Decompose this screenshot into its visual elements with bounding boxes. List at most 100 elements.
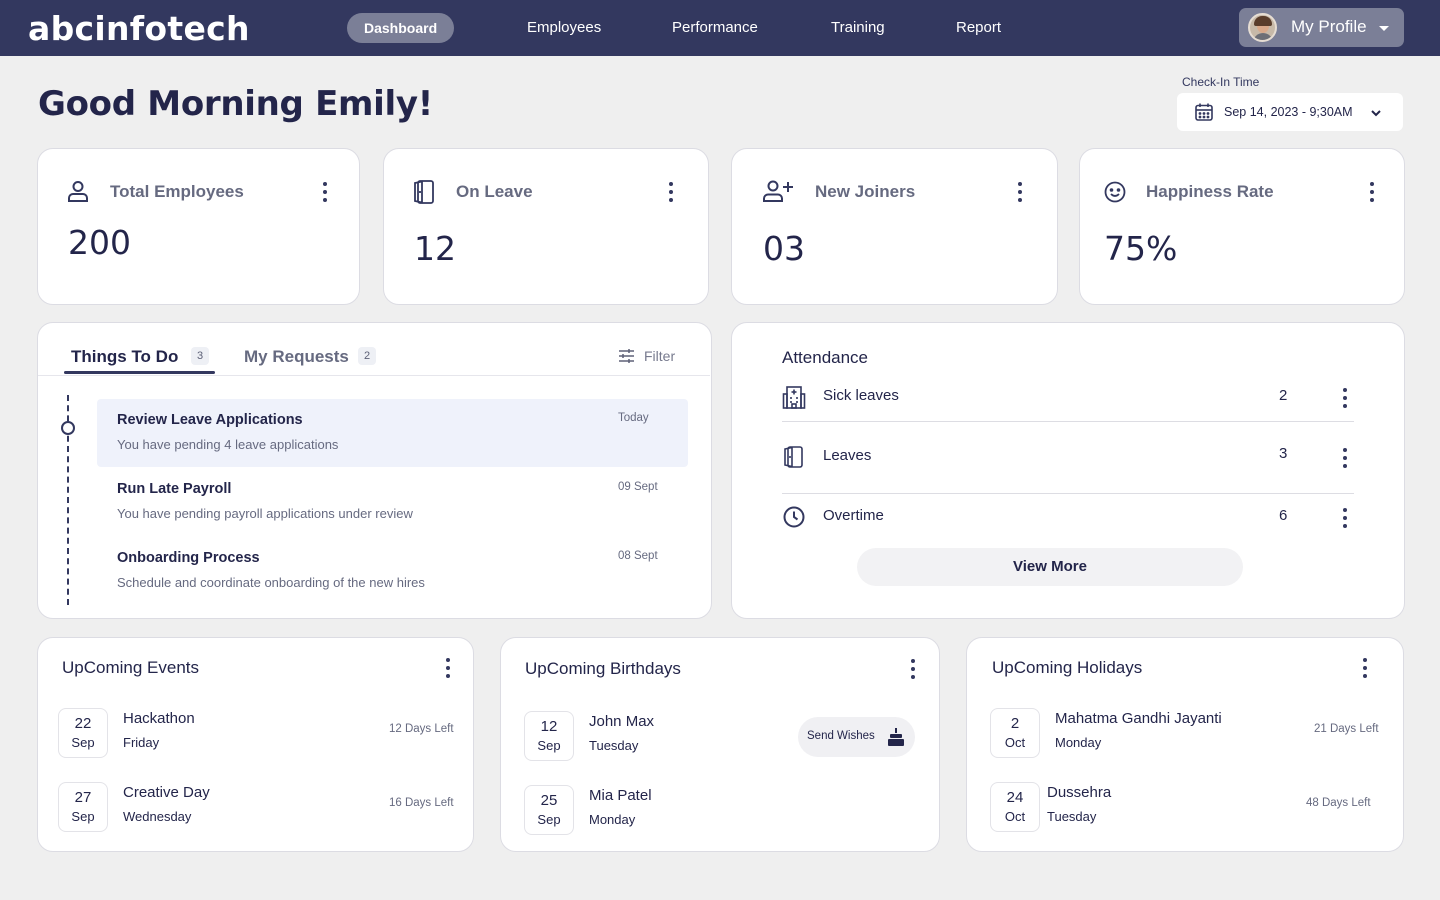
card-title: UpComing Holidays	[992, 658, 1143, 677]
task-date: Today	[618, 412, 649, 424]
date-day: 22	[74, 715, 92, 732]
attendance-row-leaves[interactable]: Leaves 3	[782, 433, 1354, 483]
sliders-icon	[619, 349, 634, 363]
stat-card-new-joiners: New Joiners 03	[731, 148, 1058, 305]
holiday-name: Mahatma Gandhi Jayanti	[1055, 710, 1222, 727]
person-name: John Max	[589, 713, 655, 730]
my-profile-button[interactable]: My Profile	[1239, 8, 1404, 47]
attendance-label: Leaves	[823, 447, 872, 464]
attendance-count: 3	[1279, 445, 1288, 462]
date-chip: 12 Sep	[524, 711, 574, 761]
holiday-name: Dussehra	[1047, 784, 1112, 801]
stat-card-happiness-rate: Happiness Rate 75%	[1079, 148, 1405, 305]
nav-report[interactable]: Report	[956, 13, 1001, 43]
brand-logo[interactable]: abcinfotech	[28, 9, 250, 48]
more-options-icon[interactable]	[1018, 182, 1022, 202]
stat-title: Total Employees	[110, 182, 244, 201]
days-left: 12 Days Left	[389, 723, 454, 735]
hospital-icon	[782, 386, 806, 409]
attendance-label: Sick leaves	[823, 387, 899, 404]
attendance-title: Attendance	[782, 348, 869, 367]
more-options-icon[interactable]	[1343, 388, 1347, 408]
nav-employees[interactable]: Employees	[527, 13, 601, 43]
task-title: Onboarding Process	[117, 550, 260, 566]
stat-value: 12	[414, 229, 456, 268]
person-name: Mia Patel	[589, 787, 652, 804]
row-divider	[782, 421, 1354, 422]
user-icon	[68, 181, 88, 202]
holiday-weekday: Monday	[1055, 735, 1102, 750]
stat-title: On Leave	[456, 182, 533, 201]
nav-performance[interactable]: Performance	[672, 13, 758, 43]
task-item[interactable]: Run Late Payroll You have pending payrol…	[97, 468, 688, 536]
profile-label: My Profile	[1291, 17, 1367, 36]
send-wishes-button[interactable]: Send Wishes	[798, 717, 915, 757]
more-options-icon[interactable]	[323, 182, 327, 202]
date-chip: 27 Sep	[58, 782, 108, 832]
chevron-down-icon	[1371, 110, 1381, 117]
stat-value: 03	[763, 229, 805, 268]
attendance-count: 6	[1279, 507, 1288, 524]
attendance-label: Overtime	[823, 507, 884, 524]
calendar-icon	[1195, 103, 1213, 121]
checkin-time-select[interactable]: Sep 14, 2023 - 9;30AM	[1177, 93, 1403, 131]
nav-dashboard[interactable]: Dashboard	[347, 13, 455, 43]
top-navbar: abcinfotech Dashboard Employees Performa…	[0, 0, 1440, 56]
date-day: 25	[540, 792, 558, 809]
cake-icon	[888, 728, 904, 746]
stat-title: Happiness Rate	[1146, 182, 1274, 201]
tabs-divider	[38, 375, 710, 376]
upcoming-holidays-card: UpComing Holidays 2 Oct Mahatma Gandhi J…	[966, 637, 1404, 852]
stat-title: New Joiners	[815, 182, 916, 201]
more-options-icon[interactable]	[1343, 448, 1347, 468]
more-options-icon[interactable]	[669, 182, 673, 202]
filter-label: Filter	[644, 348, 676, 364]
more-options-icon[interactable]	[911, 659, 915, 679]
task-description: You have pending 4 leave applications	[117, 437, 339, 452]
timeline-dot	[61, 421, 75, 435]
attendance-row-overtime[interactable]: Overtime 6	[782, 493, 1354, 543]
event-weekday: Friday	[123, 735, 160, 750]
caret-down-icon	[1379, 26, 1389, 31]
active-tab-indicator	[64, 371, 215, 374]
avatar	[1248, 13, 1277, 42]
more-options-icon[interactable]	[1370, 182, 1374, 202]
checkin-label: Check-In Time	[1182, 75, 1260, 89]
person-weekday: Monday	[589, 812, 636, 827]
task-title: Review Leave Applications	[117, 412, 303, 428]
task-title: Run Late Payroll	[117, 481, 232, 497]
upcoming-events-card: UpComing Events 22 Sep Hackathon Friday …	[37, 637, 474, 852]
event-weekday: Wednesday	[123, 809, 192, 824]
tab-my-requests[interactable]: My Requests	[244, 347, 349, 367]
tab-count-badge: 2	[358, 347, 376, 365]
task-description: Schedule and coordinate onboarding of th…	[117, 575, 425, 590]
event-name: Hackathon	[123, 710, 195, 727]
tab-things-to-do[interactable]: Things To Do	[71, 347, 178, 367]
more-options-icon[interactable]	[1363, 658, 1367, 678]
door-icon	[414, 180, 434, 204]
days-left: 16 Days Left	[389, 797, 454, 809]
clock-icon	[783, 506, 805, 528]
view-more-button[interactable]: View More	[857, 548, 1243, 586]
stat-value: 75%	[1104, 229, 1178, 268]
date-month: Sep	[71, 809, 95, 824]
date-month: Oct	[1004, 809, 1026, 824]
task-item[interactable]: Onboarding Process Schedule and coordina…	[97, 537, 688, 605]
more-options-icon[interactable]	[446, 658, 450, 678]
event-name: Creative Day	[123, 784, 210, 801]
task-item[interactable]: Review Leave Applications You have pendi…	[97, 399, 688, 467]
attendance-card: Attendance Sick leaves 2 Leaves 3 Overti…	[731, 322, 1405, 619]
door-icon	[784, 446, 803, 468]
checkin-value: Sep 14, 2023 - 9;30AM	[1224, 105, 1353, 119]
more-options-icon[interactable]	[1343, 508, 1347, 528]
user-plus-icon	[763, 180, 793, 202]
tab-count-badge: 3	[191, 347, 209, 365]
person-weekday: Tuesday	[589, 738, 639, 753]
tasks-card: Things To Do 3 My Requests 2 Filter Revi…	[37, 322, 712, 619]
date-day: 24	[1006, 789, 1024, 806]
date-day: 12	[540, 718, 558, 735]
date-day: 2	[1010, 715, 1020, 732]
attendance-row-sick-leaves[interactable]: Sick leaves 2	[782, 373, 1354, 423]
nav-training[interactable]: Training	[831, 13, 885, 43]
date-day: 27	[74, 789, 92, 806]
